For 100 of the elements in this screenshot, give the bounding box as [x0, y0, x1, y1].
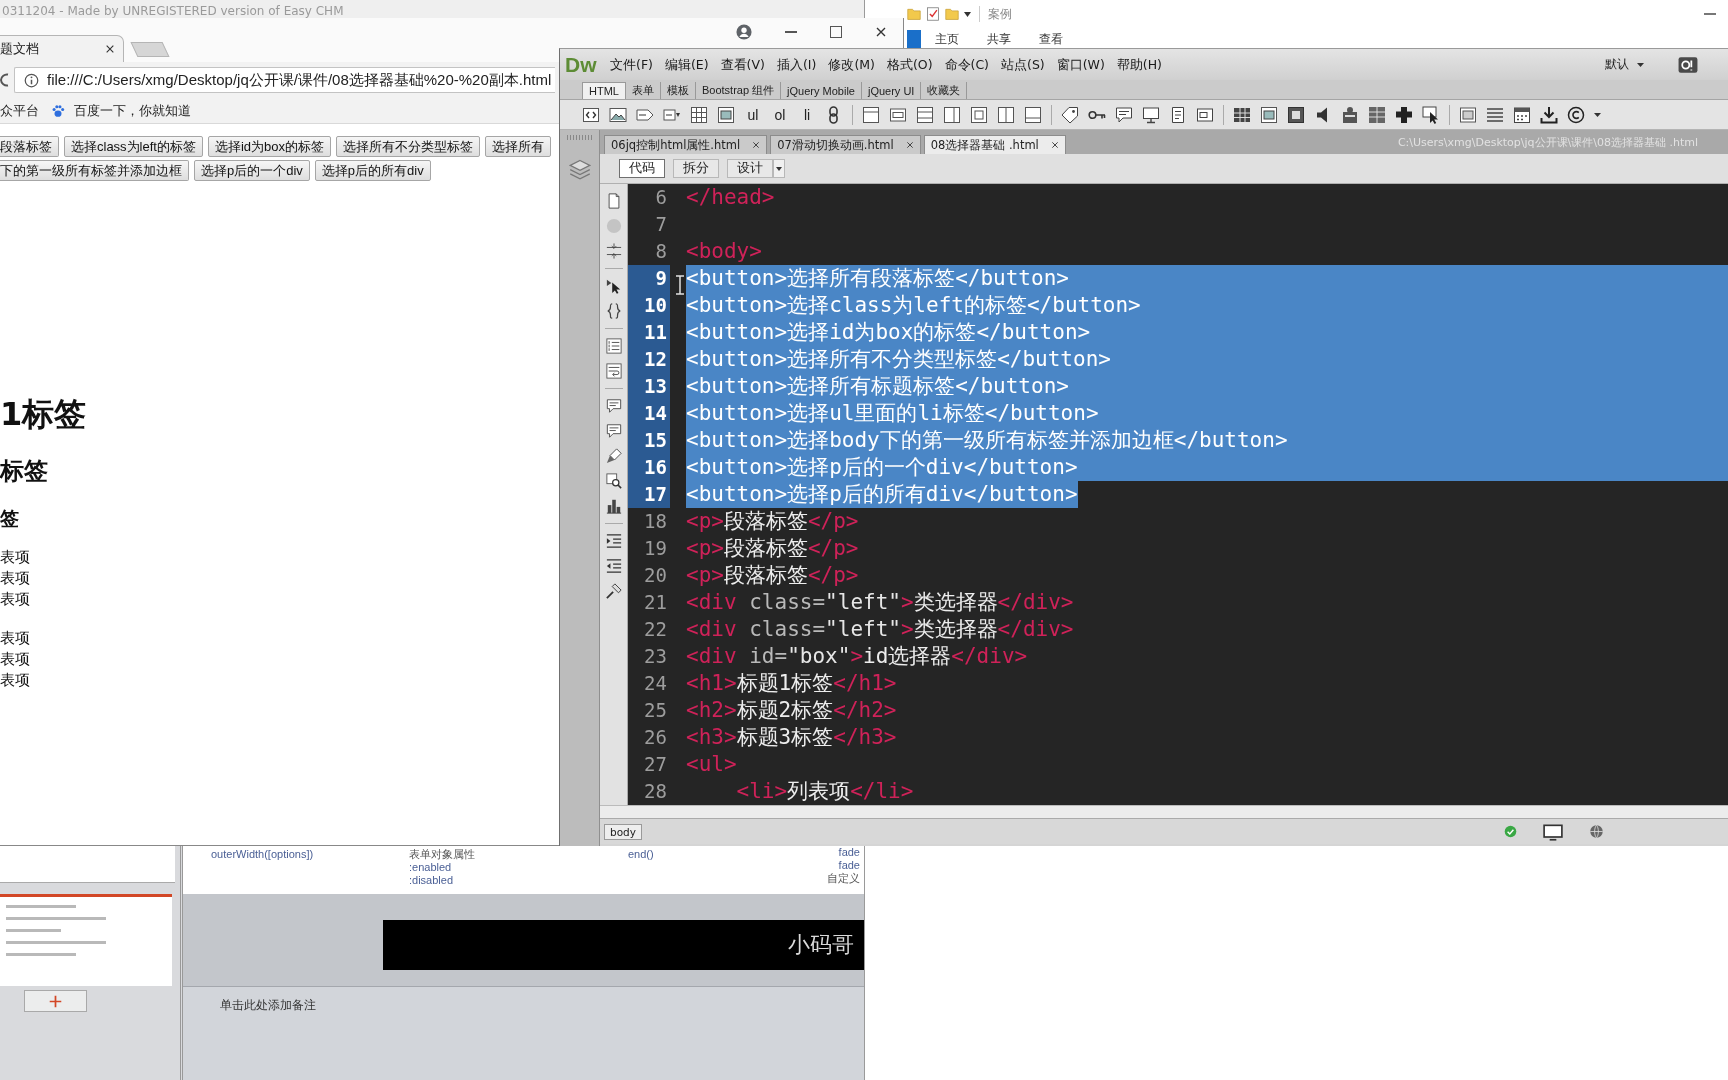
magnifier-icon[interactable] — [605, 473, 622, 489]
insert-tab[interactable]: jQuery Mobile — [781, 82, 862, 99]
browser-tab[interactable]: 题文档 — [0, 35, 124, 62]
table-icon[interactable] — [690, 105, 708, 124]
dot-icon[interactable] — [605, 218, 622, 234]
monitor-icon[interactable] — [1142, 105, 1160, 124]
toolbar-button[interactable]: ul — [744, 106, 762, 123]
insert-tab[interactable]: 收藏夹 — [921, 82, 968, 99]
view-dropdown-button[interactable] — [773, 159, 785, 178]
table-icon[interactable] — [1233, 105, 1251, 124]
close-icon[interactable] — [905, 141, 914, 149]
insert-tab[interactable]: HTML — [582, 82, 626, 99]
layout-icon[interactable] — [862, 105, 880, 124]
page-button[interactable]: 选择所有不分类型标签 — [336, 136, 481, 157]
braces-icon[interactable] — [605, 303, 622, 319]
menu-item[interactable]: 帮助(H) — [1110, 54, 1168, 75]
check-circle-icon[interactable] — [1504, 825, 1517, 838]
tag-selector[interactable]: body — [604, 823, 642, 840]
page-button[interactable]: 下的第一级所有标签并添加边框 — [0, 160, 189, 181]
reload-icon[interactable] — [0, 72, 9, 88]
insert-tab[interactable]: Bootstrap 组件 — [695, 82, 782, 99]
document-tab[interactable]: 06jq控制html属性.html — [604, 135, 768, 154]
document-tab[interactable]: 08选择器基础 .html — [923, 135, 1066, 154]
square-icon[interactable] — [1287, 105, 1305, 124]
user-icon[interactable] — [736, 24, 752, 40]
layout-icon[interactable] — [889, 105, 907, 124]
checklist-icon[interactable] — [926, 7, 940, 21]
maximize-icon[interactable] — [830, 26, 842, 38]
calendar-icon[interactable] — [1513, 105, 1531, 124]
layout-icon[interactable] — [916, 105, 934, 124]
menu-item[interactable]: 修改(M) — [822, 54, 881, 75]
menu-item[interactable]: 插入(I) — [770, 54, 823, 75]
document-icon[interactable] — [1169, 105, 1187, 124]
view-button[interactable]: 拆分 — [673, 159, 719, 178]
slide-thumbnail[interactable] — [0, 846, 175, 883]
code-icon[interactable] — [582, 105, 600, 124]
menu-item[interactable]: 编辑(E) — [658, 54, 715, 75]
toolbar-button[interactable]: li — [798, 106, 816, 123]
page-button[interactable]: 选择class为left的标签 — [64, 136, 203, 157]
view-button[interactable]: 代码 — [619, 159, 665, 178]
cursor-icon[interactable] — [1422, 105, 1440, 124]
globe-icon[interactable] — [1589, 824, 1604, 839]
bookmark-link[interactable]: 众平台 — [0, 101, 39, 120]
layout-icon[interactable] — [943, 105, 961, 124]
code-editor[interactable] — [600, 184, 1728, 805]
speech-bubble-icon[interactable] — [605, 423, 622, 439]
grid-icon[interactable] — [1368, 105, 1386, 124]
indent-icon[interactable] — [605, 533, 622, 549]
document-icon[interactable] — [605, 193, 622, 209]
insert-tab[interactable]: jQuery UI — [861, 82, 922, 99]
page-button[interactable]: 选择id为box的标签 — [207, 136, 332, 157]
layout-icon[interactable] — [970, 105, 988, 124]
layout-icon[interactable] — [997, 105, 1015, 124]
paint-roller-icon[interactable] — [605, 583, 622, 599]
bookmark-link[interactable]: 百度一下，你就知道 — [51, 101, 191, 120]
page-button[interactable]: 段落标签 — [0, 136, 59, 157]
ribbon-tab[interactable]: 查看 — [1025, 31, 1077, 48]
close-icon[interactable] — [1050, 141, 1059, 149]
insert-tab[interactable]: 模板 — [660, 82, 696, 99]
info-icon[interactable] — [24, 72, 39, 88]
word-wrap-icon[interactable] — [605, 363, 622, 379]
bar-chart-icon[interactable] — [605, 498, 622, 514]
menu-item[interactable]: 文件(F) — [604, 54, 659, 75]
briefcase-icon[interactable] — [1341, 105, 1359, 124]
view-button[interactable]: 设计 — [727, 159, 773, 178]
image-icon[interactable] — [609, 105, 627, 124]
insert-tab[interactable]: 表单 — [625, 82, 661, 99]
menu-item[interactable]: 站点(S) — [995, 54, 1051, 75]
menu-item[interactable]: 命令(C) — [938, 54, 995, 75]
puzzle-icon[interactable] — [1395, 105, 1413, 124]
close-icon[interactable] — [752, 141, 761, 149]
layout-icon[interactable] — [1459, 105, 1477, 124]
tag-icon[interactable] — [1061, 105, 1079, 124]
brush-icon[interactable] — [605, 448, 622, 464]
address-field[interactable]: file:///C:/Users/xmg/Desktop/jq公开课/课件/08选择器基础%20-%20副本.html — [14, 67, 555, 93]
menu-item[interactable]: 格式(O) — [880, 54, 939, 75]
page-button[interactable]: 选择p后的所有div — [314, 160, 431, 181]
speech-bubble-icon[interactable] — [605, 398, 622, 414]
picture-icon[interactable] — [1260, 105, 1278, 124]
outdent-icon[interactable] — [605, 558, 622, 574]
menu-item[interactable]: 查看(V) — [714, 54, 771, 75]
layers-icon[interactable] — [568, 158, 591, 180]
paw-icon[interactable] — [51, 103, 65, 118]
plus-icon[interactable] — [49, 994, 62, 1008]
horizontal-scrollbar[interactable] — [600, 805, 1728, 818]
collapse-icon[interactable] — [605, 243, 622, 259]
workspace-dropdown[interactable]: 默认 — [1605, 56, 1644, 73]
layout-icon[interactable] — [1024, 105, 1042, 124]
page-button[interactable]: 选择所有 — [485, 136, 552, 157]
caret-icon[interactable] — [1594, 112, 1601, 117]
notes-placeholder[interactable]: 单击此处添加备注 — [220, 998, 316, 1012]
copyright-icon[interactable] — [1567, 105, 1585, 124]
numbered-list-icon[interactable] — [605, 338, 622, 354]
page-button[interactable]: 选择p后的一个div — [194, 160, 310, 181]
ribbon-tab[interactable]: 共享 — [973, 31, 1025, 48]
list-icon[interactable] — [1486, 105, 1504, 124]
picture-icon[interactable] — [717, 105, 735, 124]
speech-bubble-icon[interactable] — [1115, 105, 1133, 124]
arrow-cursor-icon[interactable] — [605, 278, 622, 294]
ribbon-tab[interactable]: 主页 — [921, 31, 973, 48]
